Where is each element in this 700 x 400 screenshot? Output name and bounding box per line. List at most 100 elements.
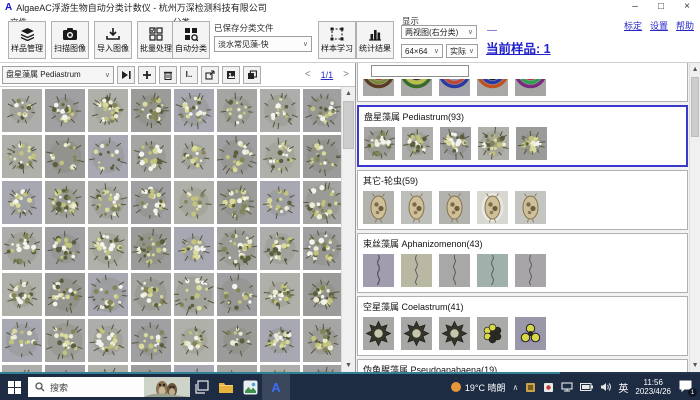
category-block[interactable]: 空星藻属 Coelastrum(41) — [357, 296, 688, 356]
algae-thumbnail[interactable] — [260, 135, 300, 178]
algae-thumbnail[interactable] — [260, 319, 300, 362]
algae-thumbnail[interactable] — [2, 365, 42, 372]
left-scrollbar[interactable]: ▲ ▼ — [341, 87, 355, 372]
scroll-thumb[interactable] — [691, 77, 699, 137]
taskbar-search[interactable]: 搜索 — [28, 377, 190, 397]
help-link[interactable]: 帮助 — [676, 19, 694, 32]
algae-thumbnail[interactable] — [174, 365, 214, 372]
algae-thumbnail[interactable] — [88, 319, 128, 362]
algae-thumbnail[interactable] — [217, 365, 257, 372]
calibrate-link[interactable]: 标定 — [624, 19, 642, 32]
category-block[interactable]: 盘星藻属 Pediastrum(93) — [357, 105, 688, 167]
category-thumbnail[interactable] — [363, 317, 394, 350]
category-block-partial[interactable] — [357, 63, 688, 102]
algae-thumbnail[interactable] — [260, 365, 300, 372]
category-thumbnail[interactable] — [516, 127, 547, 160]
save-all-button[interactable] — [243, 66, 261, 84]
image-view-button[interactable] — [222, 66, 240, 84]
batch-process-button[interactable]: 批量处理 — [137, 21, 175, 59]
tray-expand-icon[interactable]: ∧ — [513, 383, 519, 392]
scroll-up-icon[interactable]: ▲ — [342, 87, 355, 100]
algae-thumbnail[interactable] — [45, 135, 85, 178]
category-thumbnail[interactable] — [363, 79, 394, 96]
algae-thumbnail[interactable] — [303, 273, 341, 316]
start-button[interactable] — [0, 374, 28, 400]
algae-thumbnail[interactable] — [2, 89, 42, 132]
prev-page-button[interactable]: < — [305, 69, 311, 80]
algae-thumbnail[interactable] — [88, 89, 128, 132]
category-thumbnail[interactable] — [515, 254, 546, 287]
category-thumbnail[interactable] — [401, 254, 432, 287]
scale-mode-select[interactable]: 实际∨ — [446, 44, 478, 58]
saved-file-select[interactable]: 淡水常见藻-快∨ — [214, 36, 312, 52]
category-thumbnail[interactable] — [363, 254, 394, 287]
category-thumbnail[interactable] — [363, 191, 394, 224]
import-image-button[interactable]: 导入图像 — [94, 21, 132, 59]
speaker-icon[interactable] — [600, 382, 611, 392]
algae-thumbnail[interactable] — [131, 319, 171, 362]
category-thumbnail[interactable] — [477, 317, 508, 350]
algae-thumbnail[interactable] — [88, 135, 128, 178]
algae-thumbnail[interactable] — [88, 273, 128, 316]
algae-thumbnail[interactable] — [217, 227, 257, 270]
algae-thumbnail[interactable] — [260, 181, 300, 224]
algae-thumbnail[interactable] — [45, 319, 85, 362]
category-thumbnail[interactable] — [515, 317, 546, 350]
category-thumbnail[interactable] — [477, 254, 508, 287]
algae-thumbnail[interactable] — [260, 273, 300, 316]
category-thumbnail[interactable] — [439, 191, 470, 224]
tray-app2-icon[interactable] — [543, 382, 554, 393]
algae-thumbnail[interactable] — [217, 89, 257, 132]
view-mode-select[interactable]: 两视图(右分类)∨ — [401, 25, 477, 39]
algae-thumbnail[interactable] — [2, 227, 42, 270]
sample-learn-button[interactable]: 样本学习 — [318, 21, 356, 59]
category-thumbnail[interactable] — [440, 127, 471, 160]
app-shortcut-button[interactable] — [238, 374, 262, 400]
scroll-down-icon[interactable]: ▼ — [690, 359, 700, 372]
category-thumbnail[interactable] — [402, 127, 433, 160]
delete-button[interactable] — [159, 66, 177, 84]
algae-thumbnail[interactable] — [303, 135, 341, 178]
algae-thumbnail[interactable] — [174, 89, 214, 132]
algae-thumbnail[interactable] — [131, 89, 171, 132]
category-block[interactable]: 束丝藻属 Aphanizomenon(43) — [357, 233, 688, 293]
thumb-size-select[interactable]: 64×64∨ — [401, 44, 443, 58]
algae-thumbnail[interactable] — [174, 227, 214, 270]
category-thumbnail[interactable] — [478, 127, 509, 160]
scan-image-button[interactable]: 扫描图像 — [51, 21, 89, 59]
notification-button[interactable]: 1 — [678, 379, 694, 395]
category-name-input[interactable] — [371, 65, 469, 77]
scroll-up-icon[interactable]: ▲ — [690, 63, 700, 76]
battery-icon[interactable] — [580, 383, 593, 391]
file-explorer-button[interactable] — [214, 374, 238, 400]
category-thumbnail[interactable] — [477, 79, 508, 96]
category-thumbnail[interactable] — [439, 254, 470, 287]
algae-thumbnail[interactable] — [260, 227, 300, 270]
right-scrollbar[interactable]: ▲ ▼ — [689, 63, 700, 372]
taskbar-clock[interactable]: 11:56 2023/4/26 — [635, 378, 671, 396]
settings-link[interactable]: 设置 — [650, 19, 668, 32]
algae-thumbnail[interactable] — [217, 181, 257, 224]
auto-classify-button[interactable]: 自动分类 — [172, 21, 210, 59]
algae-thumbnail[interactable] — [88, 227, 128, 270]
algae-thumbnail[interactable] — [2, 181, 42, 224]
algae-thumbnail[interactable] — [45, 89, 85, 132]
stats-result-button[interactable]: 统计结果 — [356, 21, 394, 59]
algae-thumbnail[interactable] — [88, 365, 128, 372]
algae-thumbnail[interactable] — [131, 181, 171, 224]
add-button[interactable] — [138, 66, 156, 84]
algae-thumbnail[interactable] — [217, 273, 257, 316]
scroll-down-icon[interactable]: ▼ — [342, 359, 355, 372]
algae-thumbnail[interactable] — [45, 227, 85, 270]
scroll-thumb[interactable] — [343, 101, 354, 149]
next-page-button[interactable]: > — [343, 69, 349, 80]
network-icon[interactable] — [561, 382, 573, 392]
algae-thumbnail[interactable] — [2, 135, 42, 178]
category-thumbnail[interactable] — [515, 191, 546, 224]
algae-thumbnail[interactable] — [131, 365, 171, 372]
algae-thumbnail[interactable] — [174, 319, 214, 362]
algae-thumbnail[interactable] — [174, 135, 214, 178]
genus-select[interactable]: 盘星藻属 Pediastrum∨ — [2, 66, 114, 84]
algae-thumbnail[interactable] — [303, 365, 341, 372]
category-thumbnail[interactable] — [477, 191, 508, 224]
